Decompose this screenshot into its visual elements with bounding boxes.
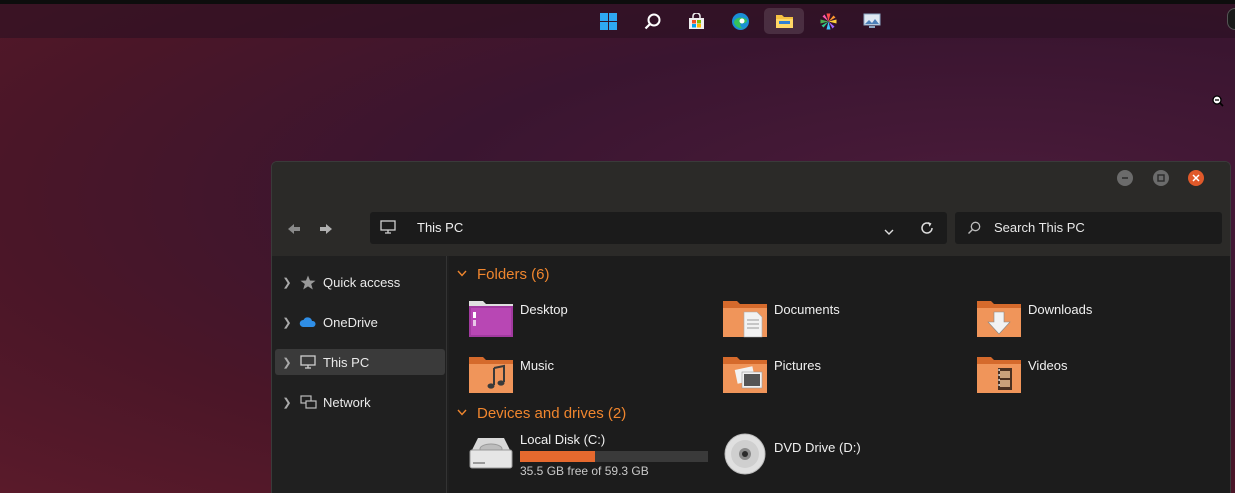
- minimize-button[interactable]: [1117, 170, 1133, 186]
- folder-downloads[interactable]: Downloads: [976, 298, 1092, 343]
- downloads-folder-icon: [976, 298, 1022, 343]
- title-bar[interactable]: [272, 162, 1230, 206]
- folder-label: Music: [520, 358, 554, 373]
- documents-folder-icon: [722, 298, 768, 343]
- folders-header-label: Folders (6): [477, 266, 550, 283]
- folder-label: Videos: [1028, 358, 1068, 373]
- navigation-toolbar: This PC Search This PC: [272, 206, 1230, 256]
- taskbar: [0, 0, 1235, 38]
- folder-pictures[interactable]: Pictures: [722, 354, 821, 399]
- sidebar-item-this-pc[interactable]: ❯ This PC: [275, 349, 445, 375]
- sidebar-item-label: Network: [323, 394, 371, 410]
- sidebar-item-label: This PC: [323, 354, 370, 370]
- folder-music[interactable]: Music: [468, 354, 554, 399]
- hard-disk-icon: [468, 432, 514, 479]
- chevron-right-icon[interactable]: ❯: [277, 396, 297, 409]
- desktop-folder-icon: [468, 298, 514, 343]
- chevron-right-icon[interactable]: ❯: [277, 276, 297, 289]
- chevron-right-icon[interactable]: ❯: [277, 316, 297, 329]
- folder-label: Downloads: [1028, 302, 1093, 317]
- sidebar-item-network[interactable]: ❯ Network: [275, 389, 445, 415]
- file-explorer-icon[interactable]: [764, 8, 804, 34]
- zoom-cursor-icon: [1212, 94, 1224, 112]
- sidebar-item-label: OneDrive: [323, 314, 378, 330]
- network-icon: [297, 394, 319, 410]
- drive-local-disk-c[interactable]: Local Disk (C:) 35.5 GB free of 59.3 GB: [468, 432, 708, 479]
- search-placeholder: Search This PC: [994, 220, 1085, 235]
- pictures-folder-icon: [722, 354, 768, 399]
- music-folder-icon: [468, 354, 514, 399]
- chevron-down-icon[interactable]: [457, 269, 471, 280]
- chevron-down-icon[interactable]: [884, 223, 894, 241]
- drives-group-header[interactable]: Devices and drives (2): [457, 405, 626, 422]
- drive-label: DVD Drive (D:): [774, 440, 861, 455]
- search-box[interactable]: Search This PC: [955, 212, 1222, 244]
- close-button[interactable]: [1188, 170, 1204, 186]
- search-icon: [967, 221, 981, 240]
- sidebar-item-onedrive[interactable]: ❯ OneDrive: [275, 309, 445, 335]
- store-icon[interactable]: [676, 8, 716, 34]
- dvd-icon: [722, 432, 768, 481]
- folder-label: Pictures: [774, 358, 821, 373]
- address-text: This PC: [417, 220, 464, 235]
- navigation-pane: ❯ Quick access ❯ OneDrive ❯ This PC ❯ Ne…: [272, 256, 447, 493]
- computer-icon: [380, 220, 396, 240]
- content-pane: Folders (6) Desktop Documents Downloads: [449, 256, 1230, 493]
- disk-usage-bar: [520, 451, 708, 462]
- computer-icon: [297, 354, 319, 370]
- chevron-right-icon[interactable]: ❯: [277, 356, 297, 369]
- drive-detail: 35.5 GB free of 59.3 GB: [520, 464, 649, 478]
- star-icon: [297, 275, 319, 290]
- chevron-down-icon[interactable]: [457, 408, 471, 419]
- edge-icon[interactable]: [720, 8, 760, 34]
- photo-viewer-icon[interactable]: [852, 8, 892, 34]
- disk-usage-fill: [520, 451, 596, 462]
- maximize-button[interactable]: [1153, 170, 1169, 186]
- forward-arrow-icon[interactable]: [315, 218, 337, 240]
- photos-pinwheel-icon[interactable]: [808, 8, 848, 34]
- sidebar-item-quick-access[interactable]: ❯ Quick access: [275, 269, 445, 295]
- back-arrow-icon[interactable]: [283, 218, 305, 240]
- address-bar[interactable]: This PC: [370, 212, 947, 244]
- drives-header-label: Devices and drives (2): [477, 405, 627, 422]
- taskbar-icons: [588, 8, 896, 34]
- search-icon[interactable]: [632, 8, 672, 34]
- drive-label: Local Disk (C:): [520, 432, 606, 447]
- sidebar-item-label: Quick access: [323, 274, 401, 290]
- folders-group-header[interactable]: Folders (6): [457, 266, 550, 283]
- folder-desktop[interactable]: Desktop: [468, 298, 568, 343]
- folder-label: Documents: [774, 302, 840, 317]
- folder-label: Desktop: [520, 302, 568, 317]
- videos-folder-icon: [976, 354, 1022, 399]
- cloud-icon: [297, 316, 319, 328]
- taskbar-edge-widget[interactable]: [1227, 8, 1235, 30]
- windows-start-icon[interactable]: [588, 8, 628, 34]
- folder-videos[interactable]: Videos: [976, 354, 1068, 399]
- explorer-window: This PC Search This PC ❯ Quick access ❯ …: [271, 161, 1231, 493]
- drive-dvd-d[interactable]: DVD Drive (D:): [722, 432, 861, 481]
- refresh-icon[interactable]: [920, 221, 934, 240]
- folder-documents[interactable]: Documents: [722, 298, 840, 343]
